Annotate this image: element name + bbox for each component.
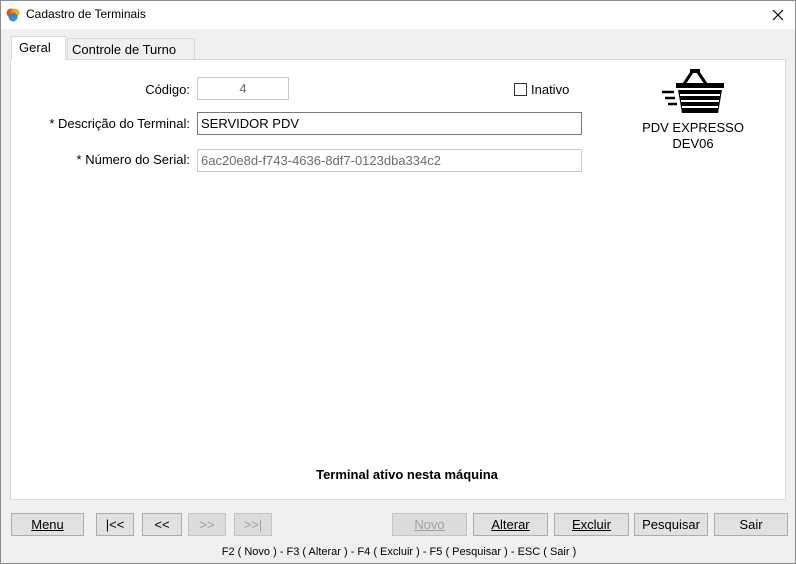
terminal-registration-window: Cadastro de Terminais Geral Controle de … <box>0 0 796 564</box>
alterar-button[interactable]: Alterar <box>473 513 548 536</box>
terminal-name-line2: DEV06 <box>672 136 714 151</box>
title-bar: Cadastro de Terminais <box>1 1 795 29</box>
first-record-button[interactable]: |<< <box>96 513 134 536</box>
inativo-label: Inativo <box>531 82 570 97</box>
app-logo-icon <box>6 8 20 22</box>
keyboard-shortcuts-bar: F2 ( Novo ) - F3 ( Alterar ) - F4 ( Excl… <box>221 546 577 558</box>
serial-number-field[interactable]: 6ac20e8d-f743-4636-8df7-0123dba334c2 <box>197 149 582 172</box>
terminal-name-line1: PDV EXPRESSO <box>642 120 744 135</box>
previous-record-button[interactable]: << <box>142 513 182 536</box>
novo-button[interactable]: Novo <box>392 513 467 536</box>
pesquisar-button[interactable]: Pesquisar <box>634 513 708 536</box>
close-icon <box>772 9 784 21</box>
descricao-terminal-input[interactable]: SERVIDOR PDV <box>197 112 582 135</box>
next-record-button[interactable]: >> <box>188 513 226 536</box>
terminal-status-message: Terminal ativo nesta máquina <box>316 467 498 482</box>
excluir-button[interactable]: Excluir <box>554 513 629 536</box>
serial-label: * Número do Serial: <box>76 152 190 167</box>
inativo-checkbox[interactable]: Inativo <box>514 82 569 97</box>
tab-controle-de-turno[interactable]: Controle de Turno <box>67 38 195 60</box>
sair-button[interactable]: Sair <box>714 513 788 536</box>
tab-geral[interactable]: Geral <box>11 36 66 60</box>
shopping-basket-icon <box>662 69 724 113</box>
menu-button[interactable]: Menu <box>11 513 84 536</box>
codigo-label: Código: <box>145 82 190 97</box>
last-record-button[interactable]: >>| <box>234 513 272 536</box>
close-button[interactable] <box>761 1 795 29</box>
codigo-field[interactable]: 4 <box>197 77 289 100</box>
window-title: Cadastro de Terminais <box>26 7 146 21</box>
inativo-checkbox-box[interactable] <box>514 83 527 96</box>
descricao-label: * Descrição do Terminal: <box>49 116 190 131</box>
terminal-name-card: PDV EXPRESSO DEV06 <box>621 120 765 152</box>
